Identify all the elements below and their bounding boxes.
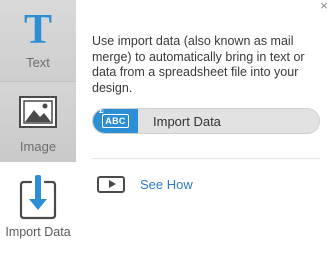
sidebar-item-label: Image bbox=[19, 139, 57, 154]
sidebar-item-label: Text bbox=[26, 55, 50, 70]
panel-description: Use import data (also known as mail merg… bbox=[92, 34, 305, 95]
close-icon[interactable]: × bbox=[318, 0, 330, 12]
see-how-label: See How bbox=[140, 176, 193, 192]
sidebar-item-label: Import Data bbox=[5, 225, 71, 239]
import-data-panel: × Use import data (also known as mail me… bbox=[76, 0, 334, 263]
pound-symbol: £ bbox=[99, 108, 105, 115]
tool-sidebar: T Text Image Import Data bbox=[0, 0, 76, 263]
sidebar-item-text[interactable]: T Text bbox=[0, 0, 76, 82]
see-how-link[interactable]: See How bbox=[97, 175, 193, 193]
import-data-button-label: Import Data bbox=[153, 113, 221, 129]
video-play-icon bbox=[97, 175, 125, 193]
sidebar-item-import-data[interactable]: Import Data bbox=[0, 162, 76, 263]
import-data-button[interactable]: £ ABC Import Data bbox=[92, 108, 320, 134]
image-icon bbox=[19, 96, 57, 128]
import-data-icon bbox=[18, 173, 58, 221]
abc-label: ABC bbox=[105, 116, 126, 126]
abc-spreadsheet-icon: £ ABC bbox=[93, 109, 138, 133]
divider bbox=[92, 158, 320, 159]
text-T-icon: T bbox=[23, 7, 52, 53]
sidebar-item-image[interactable]: Image bbox=[0, 82, 76, 162]
